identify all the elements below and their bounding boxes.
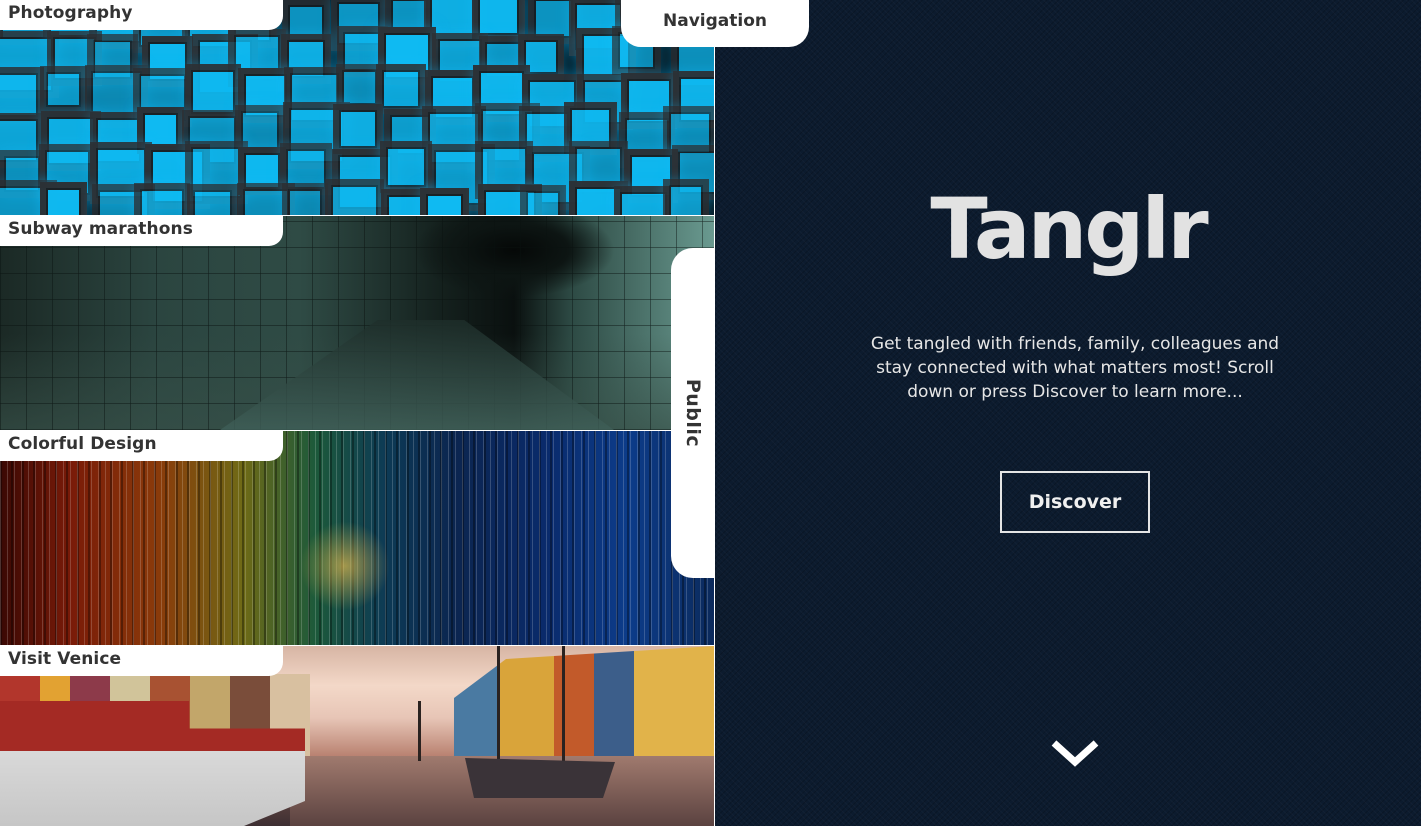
glowing-cube xyxy=(342,70,377,105)
glowing-cube xyxy=(191,70,235,114)
glowing-cube xyxy=(620,192,667,215)
card-label: Subway marathons xyxy=(0,216,283,246)
glowing-cube xyxy=(669,185,703,215)
glowing-cube xyxy=(140,189,184,215)
public-tab-label: Public xyxy=(682,378,704,448)
glowing-cube xyxy=(193,190,232,215)
glowing-cube xyxy=(387,195,430,215)
public-tab[interactable]: Public xyxy=(671,248,715,578)
discover-button[interactable]: Discover xyxy=(1000,471,1150,533)
glowing-cube xyxy=(241,111,279,149)
subway-image xyxy=(0,216,714,430)
glowing-cube xyxy=(0,186,51,215)
gallery: Photography Subway marathons Colorful De… xyxy=(0,0,715,826)
brand-logo: Tanglr xyxy=(930,180,1208,278)
glowing-cube xyxy=(524,40,558,74)
colorful-image xyxy=(0,431,714,645)
glowing-cube xyxy=(331,185,378,215)
chevron-down-icon[interactable] xyxy=(1051,738,1099,768)
glowing-cube xyxy=(478,0,519,35)
glowing-cube xyxy=(91,71,142,122)
glowing-cube xyxy=(669,112,711,154)
glowing-cube xyxy=(288,5,324,41)
gallery-card-photography[interactable]: Photography xyxy=(0,0,714,215)
gallery-card-subway[interactable]: Subway marathons xyxy=(0,216,714,430)
glowing-cube xyxy=(288,189,322,215)
glowing-cube xyxy=(143,113,178,148)
gallery-card-colorful[interactable]: Colorful Design xyxy=(0,431,714,645)
app-root: Photography Subway marathons Colorful De… xyxy=(0,0,1421,826)
glowing-cube xyxy=(525,112,569,156)
card-label: Visit Venice xyxy=(0,646,283,676)
card-label: Colorful Design xyxy=(0,431,283,461)
glowing-cube xyxy=(630,155,672,197)
glowing-cube xyxy=(46,72,81,107)
glowing-cube xyxy=(430,0,476,41)
hero-tagline: Get tangled with friends, family, collea… xyxy=(870,334,1280,402)
glowing-cube xyxy=(534,0,573,38)
glowing-cube xyxy=(481,147,527,193)
gallery-card-venice[interactable]: Visit Venice xyxy=(0,646,714,826)
glowing-cube xyxy=(526,191,560,215)
glowing-cube xyxy=(391,0,428,36)
glowing-cube xyxy=(343,32,382,71)
glowing-cube xyxy=(426,194,463,215)
glowing-cube xyxy=(382,70,420,108)
glowing-cube xyxy=(386,147,426,187)
glowing-cube xyxy=(243,189,289,215)
glowing-cube xyxy=(46,188,81,215)
hero-panel: Tanglr Get tangled with friends, family,… xyxy=(715,0,1421,826)
glowing-cube xyxy=(286,149,326,189)
glowing-cube xyxy=(339,110,377,148)
glowing-cube xyxy=(0,73,38,117)
glowing-cube xyxy=(244,153,280,189)
glowing-cube xyxy=(627,79,671,123)
glowing-cube xyxy=(575,187,622,215)
glowing-cube xyxy=(570,108,611,149)
card-label: Photography xyxy=(0,0,283,30)
photography-image xyxy=(0,0,714,215)
navigation-tab[interactable]: Navigation xyxy=(621,0,809,47)
